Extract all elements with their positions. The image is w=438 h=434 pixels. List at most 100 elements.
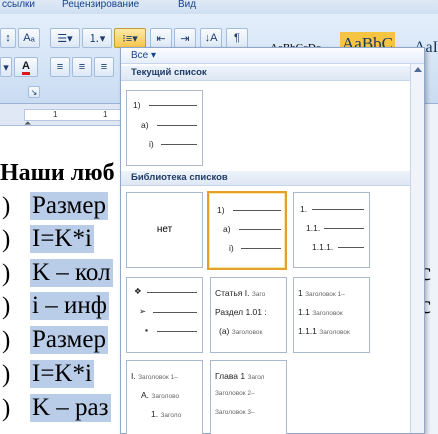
list-style-decimal-tile[interactable]: 1. 1.1. 1.1.1. (293, 192, 370, 268)
item-letter: (a) (219, 326, 230, 336)
bullets-icon: ☰▾ (57, 32, 73, 45)
align-right-button[interactable]: ≡ (94, 57, 114, 77)
show-marks-button[interactable]: ¶ (226, 28, 248, 48)
heading-style-label: Заголо (160, 412, 182, 419)
level-line (153, 312, 197, 313)
scroll-up-icon[interactable] (414, 67, 422, 72)
level-line (233, 210, 281, 211)
multilevel-list-button[interactable]: ⁝≡▾ (114, 28, 146, 48)
level-number: 1. (151, 409, 159, 419)
gallery-scrollbar[interactable] (410, 64, 424, 433)
list-library-header: Библиотека списков (121, 171, 410, 186)
tab-review[interactable]: Рецензирование (62, 0, 139, 10)
none-label: нет (156, 224, 173, 235)
format-button[interactable]: ↕ (0, 28, 16, 48)
roman-level-3: 1. Заголо (151, 409, 181, 419)
chapter-level-3: Заголовок 3– (215, 409, 255, 416)
decrease-indent-button[interactable]: ⇤ (150, 28, 172, 48)
align-left-button[interactable]: ≡ (50, 57, 70, 77)
heading-style-label: Заголовок 1– (305, 291, 345, 298)
decrease-indent-icon: ⇤ (156, 32, 166, 45)
heading-level-3: 1.1.1 Заголовок (298, 326, 350, 336)
numbering-icon: ⒈▾ (88, 33, 106, 45)
heading-style-label: Заголово (151, 393, 180, 400)
list-marker: ) (2, 260, 11, 287)
list-style-abc-tile[interactable]: 1) a) i) (207, 191, 287, 270)
ruler-mark: 1 (53, 110, 58, 119)
level-line (161, 144, 197, 145)
heading-level-1: 1 Заголовок 1– (298, 288, 345, 298)
gallery-filter-label: Все ▾ (131, 50, 157, 61)
tab-view[interactable]: Вид (178, 0, 196, 10)
level-number: 1.1.1 (298, 326, 317, 336)
roman-level-2: A. Заголово (141, 390, 179, 400)
heading-level-2: 1.1 Заголовок (298, 307, 343, 317)
font-color-icon: A (22, 60, 30, 75)
level-1-marker: 1) (133, 100, 141, 110)
list-text: Размер (30, 326, 108, 354)
article-level-2: Раздел 1.01 : (215, 307, 267, 317)
text-effect-button[interactable]: ▾ (0, 57, 12, 77)
sort-icon: ↓A (204, 32, 218, 44)
list-text: Размер (30, 192, 108, 220)
level-line (157, 331, 197, 332)
level-line (324, 228, 364, 229)
level-3-marker: i) (229, 243, 234, 253)
increase-indent-icon: ⇥ (180, 32, 190, 45)
multilevel-list-icon: ⁝≡▾ (122, 32, 138, 45)
list-marker: ) (2, 395, 11, 422)
list-text: K – кол (30, 259, 113, 287)
level-3-marker: 1.1.1. (312, 242, 334, 252)
font-color-button[interactable]: A (14, 57, 38, 77)
level-2-marker: a) (141, 120, 149, 130)
list-style-none-tile[interactable]: нет (126, 192, 203, 268)
increase-indent-button[interactable]: ⇥ (174, 28, 196, 48)
list-text: i – инф (30, 292, 109, 320)
pilcrow-icon: ¶ (234, 32, 240, 44)
chapter-level-1: Глава 1 Загол (215, 371, 264, 381)
level-line (239, 229, 281, 230)
case-icon: ↕ (5, 32, 11, 44)
heading-style-label: Заголовок (319, 329, 350, 336)
align-center-button[interactable]: ≡ (72, 57, 92, 77)
heading-style-label: Заго (251, 291, 266, 298)
bullets-button[interactable]: ☰▾ (50, 28, 80, 48)
tab-references[interactable]: ссылки (2, 0, 35, 10)
ruler-track: 1 1 (24, 109, 124, 121)
current-list-tile[interactable]: 1) a) i) (126, 90, 203, 166)
heading-style-label: Заголовок (231, 329, 263, 336)
level-line (312, 209, 364, 210)
level-line (241, 248, 281, 249)
roman-level-1: I. Заголовок 1– (131, 371, 178, 381)
heading-style-label: Заголовок 1– (138, 374, 178, 381)
numbering-button[interactable]: ⒈▾ (82, 28, 112, 48)
list-style-roman-tile[interactable]: I. Заголовок 1– A. Заголово 1. Заголо (126, 360, 203, 434)
ribbon-tab-strip: ссылки Рецензирование Вид (0, 0, 438, 14)
list-style-chapter-tile[interactable]: Глава 1 Загол Заголовок 2– Заголовок 3– (210, 360, 287, 434)
list-marker: ) (2, 193, 11, 220)
article-level-3: (a) Заголовок (219, 326, 262, 336)
font-dialog-launcher[interactable]: ↘ (28, 86, 40, 98)
level-line (338, 247, 364, 248)
align-left-icon: ≡ (56, 61, 64, 73)
list-marker: ) (2, 327, 11, 354)
clear-format-button[interactable]: Aₐ (18, 28, 40, 48)
level-1-marker: 1. (300, 204, 308, 214)
heading-style-label: Заголовок (312, 310, 343, 317)
list-text: K – раз (30, 394, 111, 422)
ruler-mark: 1 (103, 110, 108, 119)
arrow-icon: ▾ (3, 61, 9, 74)
sort-button[interactable]: ↓A (200, 28, 222, 48)
list-style-article-tile[interactable]: Статья I. Заго Раздел 1.01 : (a) Заголов… (210, 277, 287, 353)
list-text: I=K*i (30, 225, 94, 253)
article-level-1: Статья I. Заго (215, 288, 265, 298)
list-style-bullets-tile[interactable]: ❖ ➢ ▪ (126, 277, 203, 353)
list-style-heading-decimal-tile[interactable]: 1 Заголовок 1– 1.1 Заголовок 1.1.1 Загол… (293, 277, 370, 353)
article-number: Статья I. (215, 288, 250, 298)
align-center-icon: ≡ (78, 61, 86, 73)
list-marker: ) (2, 361, 11, 388)
level-number: I. (131, 371, 136, 381)
level-number: 1 (298, 288, 303, 298)
gallery-filter[interactable]: Все ▾ (121, 48, 424, 64)
bullet-diamond-icon: ❖ (134, 286, 142, 296)
